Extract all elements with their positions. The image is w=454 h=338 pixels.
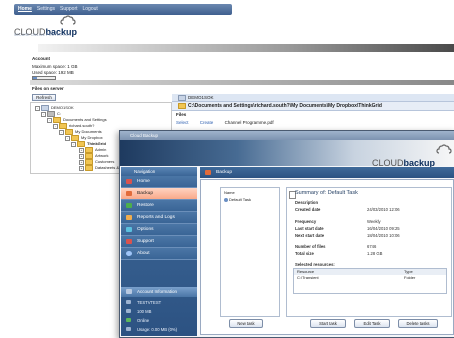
account-icon [126, 289, 132, 294]
task-icon [224, 197, 228, 202]
backup-icon [126, 191, 132, 196]
tree-node[interactable]: + Datasheets & ... [79, 165, 123, 171]
server-row: DEMO1SOK [172, 94, 454, 102]
user-icon [126, 300, 131, 304]
name-column-header: Name [224, 190, 235, 195]
new-task-button[interactable]: New task [229, 319, 263, 328]
support-icon [126, 239, 132, 244]
refresh-button[interactable]: Refresh [32, 94, 56, 101]
summary-label: Number of files [295, 244, 326, 249]
summary-value: 1.28 GB [367, 251, 383, 256]
used-space: Used space: 192 MB [32, 70, 74, 75]
options-icon [126, 227, 132, 232]
cloud-backup-window: Cloud Backup CLOUDbackup Navigation Home… [119, 130, 454, 338]
nav-home-link[interactable]: Home [18, 4, 32, 15]
web-top-nav: Home Settings Support Logout [14, 4, 232, 15]
account-username: TESTVTEST [121, 298, 197, 307]
nav-logout-link[interactable]: Logout [83, 4, 98, 15]
task-list: Name Default Task [220, 187, 280, 317]
nav-settings-link[interactable]: Settings [37, 4, 55, 15]
table-row[interactable]: C:\Transient Folder [294, 275, 446, 281]
files-header-bar [30, 80, 454, 85]
account-status: Online [121, 316, 197, 325]
description-label: Description [295, 200, 319, 205]
navigation-header: Navigation [121, 167, 197, 176]
summary-value: 24/03/2010 12:06 [367, 207, 400, 212]
start-task-button[interactable]: Start task [310, 319, 346, 328]
account-quota: 100 MB [121, 307, 197, 316]
reports-icon [126, 215, 132, 220]
usage-icon [126, 327, 131, 331]
summary-value: 18/04/2010 10:06 [367, 233, 400, 238]
resource-cell: C:\Transient [297, 275, 319, 280]
nav-home[interactable]: Home [121, 176, 197, 188]
select-link[interactable]: Select [176, 120, 189, 125]
section-header-bar [38, 44, 454, 52]
file-name[interactable]: Channel Programme.pdf [225, 120, 274, 125]
summary-value: 6746 [367, 244, 377, 249]
summary-label: Last start date [295, 226, 324, 231]
summary-title: Summary of: Default Task [295, 190, 358, 196]
account-usage: Usage: 0.00 MB (0%) [121, 325, 197, 334]
restore-icon [126, 203, 132, 208]
edit-task-button[interactable]: Edit Task [354, 319, 390, 328]
disk-icon [126, 309, 131, 313]
cloud-icon [60, 15, 76, 25]
account-heading: Account [32, 56, 50, 61]
account-info-header: Account Information [121, 287, 197, 297]
nav-options[interactable]: Options [121, 224, 197, 236]
task-item-default[interactable]: Default Task [224, 197, 251, 202]
nav-about[interactable]: About [121, 248, 197, 260]
resources-table: Resource Type C:\Transient Folder [293, 268, 447, 294]
create-link[interactable]: Create [200, 120, 214, 125]
summary-label: Frequency [295, 219, 317, 224]
window-title: Cloud Backup [130, 133, 159, 138]
backup-icon [205, 170, 211, 175]
navigation-sidebar: Navigation Home Backup Restore Reports a… [121, 167, 197, 336]
delete-tasks-button[interactable]: Delete tasks [398, 319, 438, 328]
home-icon [126, 179, 132, 184]
nav-backup[interactable]: Backup [121, 188, 197, 200]
summary-value: 16/04/2010 09:25 [367, 226, 400, 231]
summary-label: Total size [295, 251, 314, 256]
nav-support[interactable]: Support [121, 236, 197, 248]
type-cell: Folder [404, 275, 416, 280]
nav-reports[interactable]: Reports and Logs [121, 212, 197, 224]
logo-tagline: SECURE ONLINE PROTECTION [14, 33, 72, 37]
selected-resources-label: Selected resources: [295, 262, 335, 267]
max-space: Maximum space: 1 GB [32, 64, 78, 69]
task-summary: Summary of: Default Task Description Cre… [286, 187, 452, 317]
files-heading: Files on server [32, 86, 64, 91]
summary-label: Next start date [295, 233, 325, 238]
summary-label: Created date [295, 207, 321, 212]
info-icon [126, 251, 132, 256]
summary-value: Weekly [367, 219, 381, 224]
space-progress-fill [33, 77, 38, 79]
files-column-header: Files [176, 112, 187, 117]
nav-restore[interactable]: Restore [121, 200, 197, 212]
file-row: Select Create Channel Programme.pdf [172, 119, 454, 127]
path-row: C:\Documents and Settings\richard.south?… [172, 102, 454, 111]
window-title-bar[interactable]: Cloud Backup [120, 131, 454, 140]
status-icon [126, 318, 131, 322]
backup-header: Backup [200, 167, 454, 178]
cloud-icon [436, 144, 452, 154]
